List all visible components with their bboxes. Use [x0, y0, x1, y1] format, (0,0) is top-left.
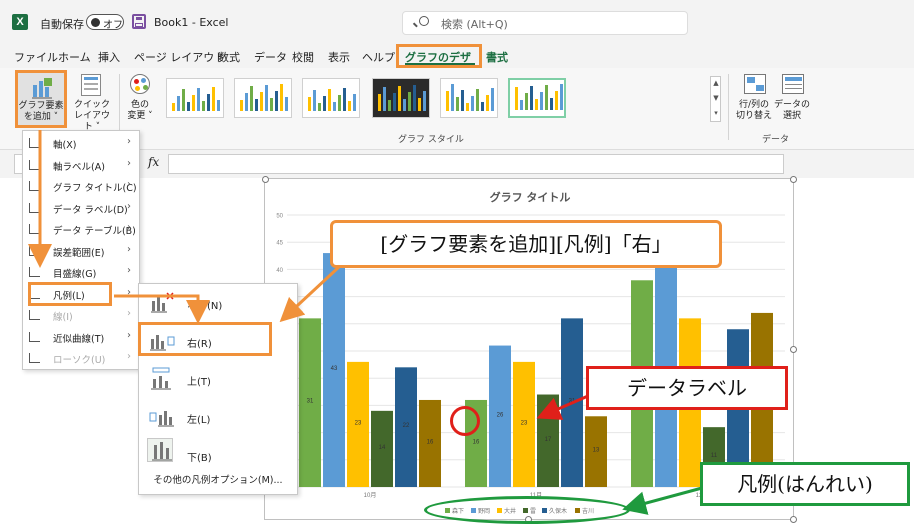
excel-window: X 自動保存 オフ Book1 - Excel 検索 (Alt+Q) ファイル …	[0, 0, 914, 530]
annotation-arrows	[28, 130, 703, 515]
arrow-to-right-option	[114, 294, 210, 324]
arrow-to-legend	[622, 486, 703, 515]
arrow-callout-to-right	[279, 264, 342, 323]
arrow-to-data-label	[536, 394, 589, 420]
